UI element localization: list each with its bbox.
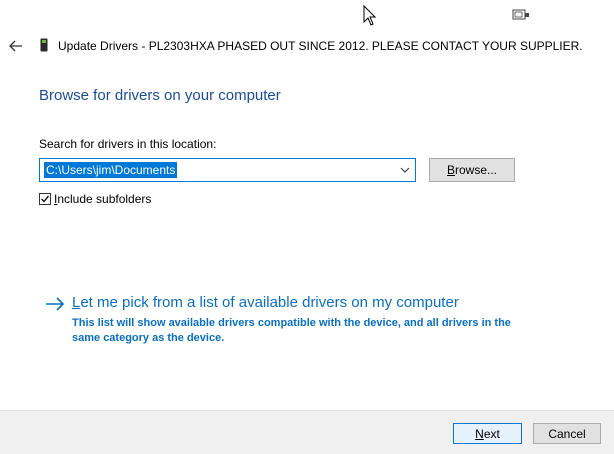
arrow-right-icon [46, 297, 65, 311]
next-button[interactable]: Next [453, 423, 522, 444]
usb-device-icon [40, 38, 48, 52]
browse-label: rowse... [455, 163, 498, 177]
include-subfolders-checkbox[interactable] [39, 193, 51, 205]
include-subfolders-text: nclude subfolders [57, 192, 152, 206]
search-path-combobox[interactable]: C:\Users\jim\Documents [39, 158, 416, 182]
pick-from-list-link[interactable]: Let me pick from a list of available dri… [45, 293, 525, 347]
checkmark-icon [41, 195, 50, 203]
browse-button[interactable]: Browse... [429, 158, 515, 182]
pick-title-text: et me pick from a list of available driv… [80, 294, 459, 311]
next-accel-key: N [475, 426, 484, 441]
back-button[interactable] [6, 36, 26, 56]
search-location-label: Search for drivers in this location: [39, 137, 217, 151]
pick-from-list-description: This list will show available drivers co… [72, 317, 511, 344]
include-subfolders-label: Include subfolders [54, 192, 151, 206]
arrow-left-icon [9, 40, 22, 52]
window-title: Update Drivers - PL2303HXA PHASED OUT SI… [58, 39, 583, 53]
dialog-footer: Next Cancel [0, 410, 614, 454]
browse-accel-key: B [446, 163, 455, 177]
touch-keyboard-icon[interactable] [512, 9, 530, 21]
chevron-down-icon[interactable] [398, 163, 412, 177]
include-subfolders-row[interactable]: Include subfolders [39, 192, 151, 206]
cancel-button[interactable]: Cancel [533, 423, 601, 444]
mouse-cursor-icon [363, 5, 377, 26]
page-heading: Browse for drivers on your computer [39, 87, 281, 104]
search-path-value[interactable]: C:\Users\jim\Documents [44, 162, 178, 178]
next-label: ext [483, 426, 500, 441]
pick-from-list-title[interactable]: Let me pick from a list of available dri… [72, 294, 459, 311]
title-bar [0, 0, 614, 32]
dialog-header: Update Drivers - PL2303HXA PHASED OUT SI… [0, 32, 614, 60]
